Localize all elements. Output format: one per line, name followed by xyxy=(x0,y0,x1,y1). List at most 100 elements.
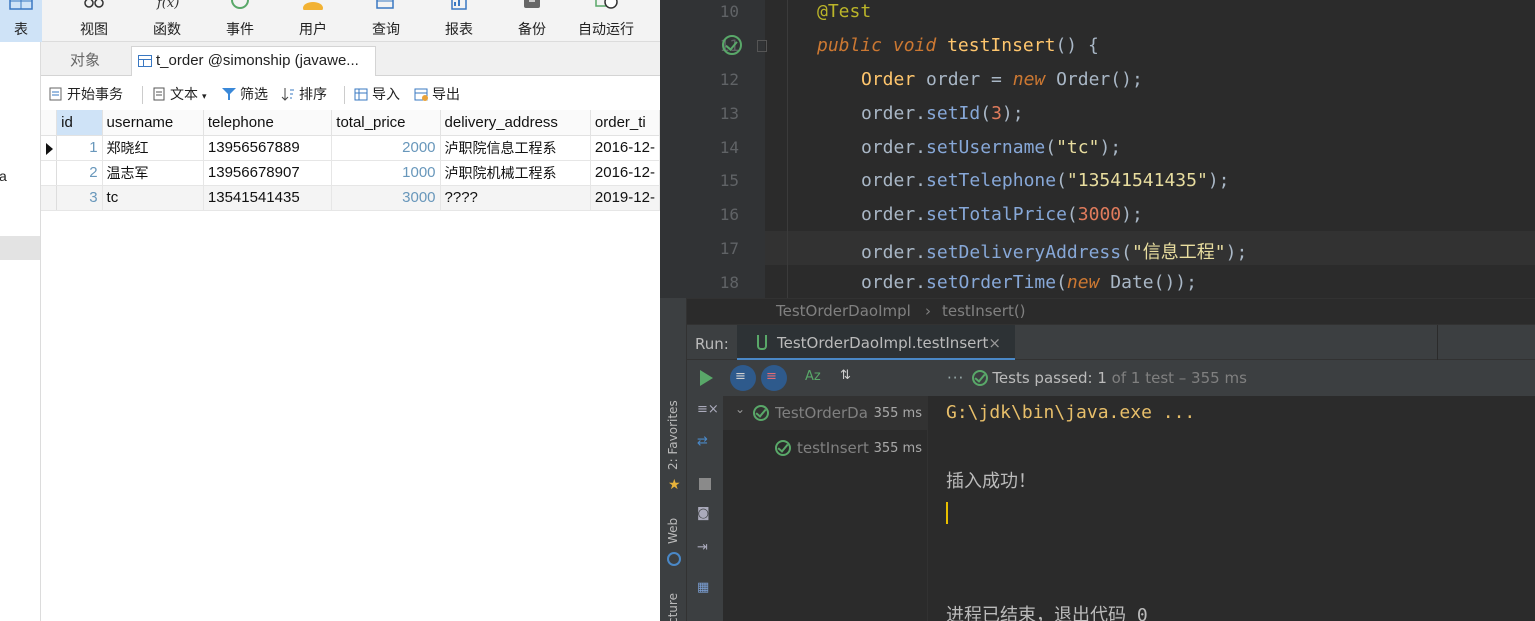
line-number: 18 xyxy=(719,273,739,292)
sort-duration-button[interactable]: ⇅ xyxy=(837,368,859,388)
text-button[interactable]: 文本 ▾ xyxy=(152,86,207,104)
stop-icon[interactable] xyxy=(699,478,711,490)
cell-delivery-address[interactable]: 泸职院信息工程系 xyxy=(440,135,591,161)
view-icon xyxy=(84,0,104,8)
cell-telephone[interactable]: 13956567889 xyxy=(203,135,333,161)
navicat-object-tree[interactable]: a xyxy=(0,42,41,621)
cell-total-price[interactable]: 3000 xyxy=(331,185,441,211)
show-ignored-toggle[interactable]: ≡ xyxy=(761,365,787,391)
close-icon[interactable]: × xyxy=(988,325,1001,361)
toolbar-backup-button[interactable]: 备份 xyxy=(502,0,562,42)
tree-node-method[interactable]: testInsert 355 ms xyxy=(723,431,928,465)
globe-icon[interactable] xyxy=(667,552,681,566)
more-icon[interactable]: ··· xyxy=(947,369,964,387)
toolbar-autorun-button[interactable]: 自动运行 xyxy=(568,0,644,42)
begin-transaction-button[interactable]: 开始事务 xyxy=(49,86,123,104)
table-row[interactable]: 1 郑晓红 13956567889 2000 泸职院信息工程系 2016-12- xyxy=(41,135,660,161)
cell-order-time[interactable]: 2019-12- xyxy=(590,185,660,211)
import-icon xyxy=(354,88,368,101)
tree-selected-item[interactable] xyxy=(0,236,40,260)
row-marker[interactable] xyxy=(41,160,58,186)
cell-telephone[interactable]: 13541541435 xyxy=(203,185,333,211)
console-output[interactable]: G:\jdk\bin\java.exe ... 插入成功！ 进程已结束，退出代码… xyxy=(928,396,1535,621)
column-header-username[interactable]: username xyxy=(102,110,204,136)
grid-header-row: id username telephone total_price delive… xyxy=(41,110,660,136)
cell-delivery-address[interactable]: 泸职院机械工程系 xyxy=(440,160,591,186)
toolbar-table-button[interactable]: 表 xyxy=(0,0,42,42)
cell-telephone[interactable]: 13956678907 xyxy=(203,160,333,186)
row-marker[interactable] xyxy=(41,135,58,161)
toolbar-event-button[interactable]: 事件 xyxy=(210,0,270,42)
data-grid[interactable]: id username telephone total_price delive… xyxy=(41,110,660,211)
favorites-tab[interactable]: 2: Favorites xyxy=(666,400,680,470)
clear-icon[interactable]: ≡× xyxy=(697,402,719,418)
column-header-telephone[interactable]: telephone xyxy=(203,110,333,136)
table-row[interactable]: 2 温志军 13956678907 1000 泸职院机械工程系 2016-12- xyxy=(41,160,660,186)
cell-total-price[interactable]: 1000 xyxy=(331,160,441,186)
test-passed-icon xyxy=(972,370,989,386)
column-header-id[interactable]: id xyxy=(56,110,103,136)
column-header-delivery-address[interactable]: delivery_address xyxy=(440,110,591,136)
swap-icon[interactable]: ⇄ xyxy=(697,434,713,450)
code-text: order. xyxy=(861,204,927,225)
sort-alpha-button[interactable]: Az xyxy=(803,368,825,388)
toolbar-function-label: 函数 xyxy=(153,22,181,38)
breadcrumb-method[interactable]: testInsert() xyxy=(942,302,1026,320)
toolbar-view-button[interactable]: 视图 xyxy=(64,0,124,42)
run-test-passed-icon[interactable] xyxy=(722,35,742,55)
sort-duration-icon: ⇅ xyxy=(840,368,851,383)
tab-objects[interactable]: 对象 xyxy=(41,46,129,76)
tree-node-time: 355 ms xyxy=(873,441,922,456)
code-line-10: @Test xyxy=(817,1,871,22)
web-tab[interactable]: Web xyxy=(666,518,680,544)
cell-username[interactable]: 郑晓红 xyxy=(102,135,204,161)
toolbar-query-button[interactable]: 查询 xyxy=(356,0,416,42)
export-button[interactable]: 导出 xyxy=(414,86,460,104)
table-row[interactable]: 3 tc 13541541435 3000 ???? 2019-12- xyxy=(41,185,660,211)
row-marker[interactable] xyxy=(41,185,58,211)
cell-id[interactable]: 3 xyxy=(56,185,103,211)
string-literal: "信息工程" xyxy=(1131,242,1226,263)
cell-delivery-address[interactable]: ???? xyxy=(440,185,591,211)
export-label: 导出 xyxy=(432,87,460,103)
code-line-13: order.setId(3); xyxy=(861,103,1024,124)
code-text: ); xyxy=(1001,103,1024,124)
layout-icon[interactable]: ▦ xyxy=(697,580,713,596)
column-header-total-price[interactable]: total_price xyxy=(331,110,441,136)
rerun-play-icon[interactable] xyxy=(700,370,713,386)
column-header-order-time[interactable]: order_ti xyxy=(590,110,660,136)
show-passed-toggle[interactable]: ≡ xyxy=(730,365,756,391)
toolbar-report-button[interactable]: 报表 xyxy=(429,0,489,42)
cell-id[interactable]: 1 xyxy=(56,135,103,161)
tree-node-class[interactable]: ⌄ TestOrderDaoImpl 355 ms xyxy=(723,396,928,430)
tree-item-fragment[interactable]: a xyxy=(0,168,7,184)
code-text: ( xyxy=(1045,137,1057,158)
camera-icon[interactable]: ◙ xyxy=(697,506,713,522)
breadcrumb-class[interactable]: TestOrderDaoImpl xyxy=(776,302,911,320)
cell-username[interactable]: 温志军 xyxy=(102,160,204,186)
toolbar-function-button[interactable]: f(x) 函数 xyxy=(137,0,197,42)
code-editor[interactable]: 10 11 12 13 14 15 16 17 18 @Test public … xyxy=(687,0,1535,298)
navicat-tab-bar: 对象 t_order @simonship (javawe... xyxy=(41,42,660,76)
code-text: order. xyxy=(861,272,927,293)
filter-button[interactable]: 筛选 xyxy=(222,86,268,104)
cell-order-time[interactable]: 2016-12- xyxy=(590,160,660,186)
cell-order-time[interactable]: 2016-12- xyxy=(590,135,660,161)
tab-t-order[interactable]: t_order @simonship (javawe... xyxy=(131,46,376,76)
structure-tab[interactable]: cture xyxy=(666,593,680,621)
fold-marker-icon[interactable] xyxy=(757,40,767,52)
toolbar-user-button[interactable]: 用户 xyxy=(283,0,343,42)
sort-button[interactable]: 排序 xyxy=(281,86,327,104)
run-tab-testinsert[interactable]: TestOrderDaoImpl.testInsert × xyxy=(737,325,1015,361)
autorun-icon xyxy=(595,0,618,9)
cell-username[interactable]: tc xyxy=(102,185,204,211)
code-text: order. xyxy=(861,137,927,158)
exit-icon[interactable]: ⇥ xyxy=(697,540,713,556)
toolbar-query-label: 查询 xyxy=(372,22,400,38)
cell-id[interactable]: 2 xyxy=(56,160,103,186)
cell-total-price[interactable]: 2000 xyxy=(331,135,441,161)
code-text: order. xyxy=(861,242,927,263)
star-icon[interactable]: ★ xyxy=(668,477,681,493)
chevron-down-icon[interactable]: ⌄ xyxy=(735,402,745,416)
import-button[interactable]: 导入 xyxy=(354,86,400,104)
